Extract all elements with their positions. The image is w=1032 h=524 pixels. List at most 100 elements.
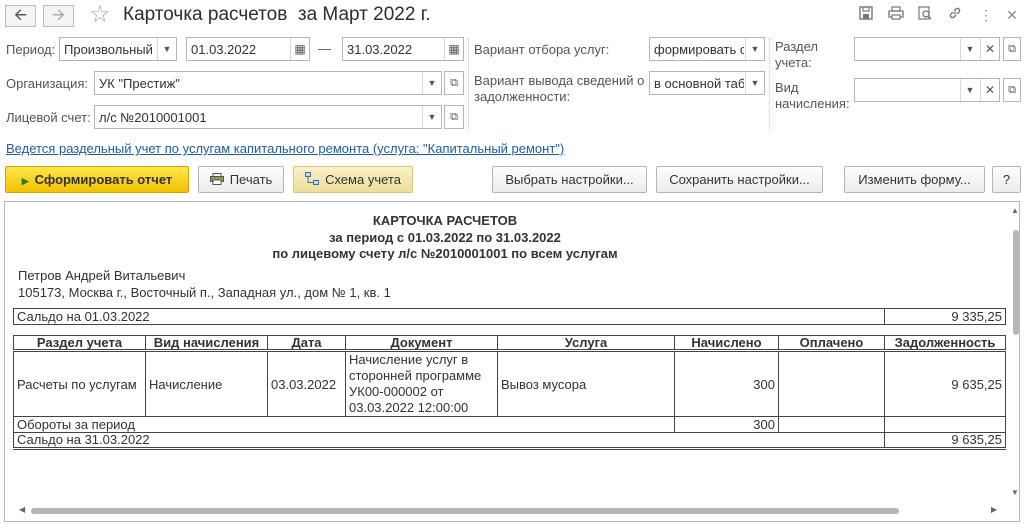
- closing-balance-label: Сальдо на 31.03.2022: [13, 432, 885, 449]
- column-header: Документ: [345, 335, 498, 352]
- save-icon[interactable]: [856, 5, 876, 25]
- date-to-value: 31.03.2022: [347, 42, 413, 57]
- turnover-paid: [778, 416, 885, 433]
- turnover-charged: 300: [674, 416, 779, 433]
- report-spreadsheet[interactable]: КАРТОЧКА РАСЧЕТОВ за период с 01.03.2022…: [4, 201, 1020, 522]
- period-type-value: Произвольный: [64, 42, 153, 57]
- forward-button[interactable]: 🡪: [43, 5, 74, 27]
- more-menu-icon[interactable]: ⋮: [976, 5, 996, 25]
- column-header: Услуга: [497, 335, 675, 352]
- favorite-star-icon[interactable]: ☆: [89, 2, 111, 28]
- cell-section: Расчеты по услугам: [13, 350, 146, 417]
- debt-output-value: в основной таб: [654, 76, 744, 91]
- document-line: УК00-000002 от: [349, 384, 444, 399]
- horizontal-scroll-thumb[interactable]: [31, 508, 899, 514]
- document-line: 03.03.2022 12:00:00: [349, 400, 469, 415]
- charge-type-field[interactable]: ▼ ✕: [854, 78, 1000, 102]
- report-period: за период с 01.03.2022 по 31.03.2022: [329, 230, 561, 245]
- service-filter-select[interactable]: формировать с ▼: [649, 37, 765, 61]
- document-line: Начисление услуг в: [349, 352, 469, 367]
- report-title: КАРТОЧКА РАСЧЕТОВ: [372, 213, 518, 228]
- cell-document: Начисление услуг в сторонней программе У…: [345, 350, 498, 417]
- scroll-right-icon[interactable]: ▶: [991, 505, 997, 514]
- capital-repair-link[interactable]: Ведется раздельный учет по услугам капит…: [6, 141, 564, 156]
- open-account-icon[interactable]: ⧉: [444, 105, 464, 129]
- scroll-up-icon[interactable]: ▲: [1011, 206, 1019, 215]
- chevron-down-icon[interactable]: ▼: [960, 38, 979, 60]
- accounting-schema-button[interactable]: Схема учета: [293, 166, 413, 193]
- preview-icon[interactable]: [915, 5, 935, 25]
- column-header: Раздел учета: [13, 335, 146, 352]
- column-separator: [769, 38, 770, 130]
- organization-label: Организация:: [6, 76, 89, 91]
- save-settings-button[interactable]: Сохранить настройки...: [656, 166, 823, 193]
- debt-output-select[interactable]: в основной таб ▼: [649, 71, 765, 95]
- chevron-down-icon[interactable]: ▼: [422, 106, 441, 128]
- clear-icon[interactable]: ✕: [980, 79, 999, 101]
- vertical-scroll-thumb[interactable]: [1013, 230, 1019, 335]
- help-button[interactable]: ?: [992, 166, 1021, 193]
- print-icon: [209, 167, 224, 192]
- cell-charge-type: Начисление: [145, 350, 268, 417]
- period-type-select[interactable]: Произвольный ▼: [59, 37, 177, 61]
- account-value: л/с №2010001001: [99, 110, 207, 125]
- section-field[interactable]: ▼ ✕: [854, 37, 1000, 61]
- closing-balance-value: 9 635,25: [884, 432, 1006, 449]
- generate-report-label: Сформировать отчет: [34, 172, 173, 187]
- date-from-field[interactable]: 01.03.2022 ▦: [186, 37, 310, 61]
- organization-select[interactable]: УК "Престиж" ▼: [94, 71, 442, 95]
- clear-icon[interactable]: ✕: [980, 38, 999, 60]
- vertical-scrollbar[interactable]: ▲ ▼: [1011, 206, 1019, 497]
- period-label: Период:: [6, 42, 56, 57]
- document-line: сторонней программе: [349, 368, 482, 383]
- opening-balance-value: 9 335,25: [884, 308, 1006, 325]
- report-table: Раздел учета Вид начисления Дата Докумен…: [13, 335, 1006, 450]
- scroll-left-icon[interactable]: ◀: [19, 505, 25, 514]
- opening-balance-table: Сальдо на 01.03.2022 9 335,25: [13, 308, 1006, 325]
- section-label-line1: Раздел: [775, 39, 818, 54]
- service-filter-value: формировать с: [654, 42, 744, 57]
- date-range-dash: —: [318, 41, 331, 56]
- window-title: Карточка расчетов за Март 2022 г.: [123, 4, 431, 25]
- arrow-right-icon: 🡪: [52, 7, 65, 24]
- cell-paid: [778, 350, 885, 417]
- open-charge-type-icon[interactable]: ⧉: [1003, 78, 1021, 102]
- play-icon: ▶: [21, 176, 29, 186]
- debt-output-label-line1: Вариант вывода сведений о: [474, 73, 645, 88]
- person-name: Петров Андрей Витальевич: [18, 268, 186, 283]
- change-form-button[interactable]: Изменить форму...: [844, 166, 985, 193]
- column-header: Вид начисления: [145, 335, 268, 352]
- closing-balance-row: Сальдо на 31.03.2022 9 635,25: [13, 432, 1006, 449]
- print-icon[interactable]: [886, 5, 906, 25]
- open-organization-icon[interactable]: ⧉: [444, 71, 464, 95]
- report-account-scope: по лицевому счету л/с №2010001001 по все…: [272, 246, 618, 261]
- chevron-down-icon[interactable]: ▼: [157, 38, 176, 60]
- turnover-debt: [884, 416, 1006, 433]
- chevron-down-icon[interactable]: ▼: [745, 72, 764, 94]
- chevron-down-icon[interactable]: ▼: [745, 38, 764, 60]
- calendar-icon[interactable]: ▦: [444, 38, 463, 60]
- close-icon[interactable]: ✕: [1002, 5, 1022, 25]
- chevron-down-icon[interactable]: ▼: [422, 72, 441, 94]
- cell-service: Вывоз мусора: [497, 350, 675, 417]
- schema-icon: [305, 167, 320, 192]
- person-address: 105173, Москва г., Восточный п., Западна…: [18, 285, 391, 300]
- horizontal-scrollbar[interactable]: ◀ ▶: [11, 504, 1001, 516]
- table-header-row: Раздел учета Вид начисления Дата Докумен…: [13, 335, 1006, 352]
- open-section-icon[interactable]: ⧉: [1003, 37, 1021, 61]
- account-select[interactable]: л/с №2010001001 ▼: [94, 105, 442, 129]
- table-row: Расчеты по услугам Начисление 03.03.2022…: [13, 350, 1006, 417]
- date-to-field[interactable]: 31.03.2022 ▦: [342, 37, 464, 61]
- section-label-line2: учета:: [775, 55, 812, 70]
- chevron-down-icon[interactable]: ▼: [960, 79, 979, 101]
- print-button[interactable]: Печать: [198, 166, 284, 193]
- scroll-down-icon[interactable]: ▼: [1011, 488, 1019, 497]
- charge-type-label-line1: Вид: [775, 80, 799, 95]
- calendar-icon[interactable]: ▦: [290, 38, 309, 60]
- back-button[interactable]: 🡨: [5, 5, 36, 27]
- account-label: Лицевой счет:: [6, 110, 91, 125]
- generate-report-button[interactable]: ▶ Сформировать отчет: [5, 166, 189, 193]
- link-icon[interactable]: [945, 5, 965, 25]
- opening-balance-label: Сальдо на 01.03.2022: [13, 308, 885, 325]
- choose-settings-button[interactable]: Выбрать настройки...: [492, 166, 647, 193]
